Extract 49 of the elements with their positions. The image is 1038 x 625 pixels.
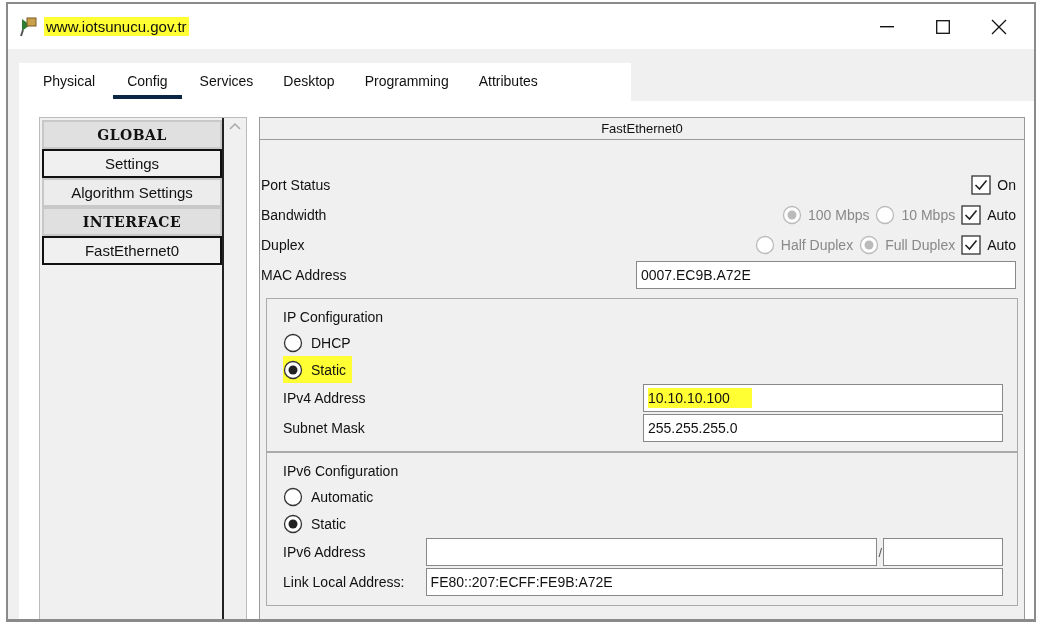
- field-label: IPv6 Address: [283, 544, 367, 560]
- panel-title: FastEthernet0: [260, 118, 1024, 140]
- checkbox-label: On: [997, 177, 1016, 193]
- sidebar-subitem[interactable]: Algorithm Settings: [42, 178, 222, 207]
- radio-label: DHCP: [311, 334, 351, 351]
- field-label: MAC Address: [261, 267, 348, 283]
- prefix-field[interactable]: [883, 538, 1003, 566]
- radio-label: 10 Mbps: [901, 207, 956, 223]
- radio-label: Half Duplex: [780, 237, 854, 253]
- prefix-separator: /: [877, 544, 884, 560]
- input-field[interactable]: 255.255.255.0: [643, 414, 1003, 442]
- field-label: Subnet Mask: [283, 420, 366, 436]
- checkbox[interactable]: [971, 175, 992, 195]
- tab[interactable]: Services: [187, 73, 266, 99]
- tab[interactable]: Desktop: [271, 73, 347, 99]
- radio-label: 100 Mbps: [808, 207, 870, 223]
- tab[interactable]: Attributes: [466, 73, 550, 99]
- checkbox-label: Auto: [987, 207, 1016, 223]
- field-label: IPv4 Address: [283, 390, 367, 406]
- radio-label: Automatic: [311, 488, 374, 505]
- field-label: Bandwidth: [261, 207, 328, 223]
- sidebar-heading: GLOBAL: [42, 120, 222, 149]
- field-label: Port Status: [261, 177, 332, 193]
- window-title: www.iotsunucu.gov.tr: [44, 17, 189, 36]
- group-title: IPv6 Configuration: [283, 463, 400, 479]
- radio-button[interactable]: [283, 359, 303, 380]
- input-field[interactable]: 10.10.10.100: [643, 384, 1003, 412]
- close-icon[interactable]: [991, 18, 1007, 35]
- checkbox-label: Auto: [987, 237, 1016, 253]
- group-title: IP Configuration: [283, 309, 385, 325]
- radio-label: Static: [311, 515, 346, 532]
- radio-button[interactable]: [283, 486, 303, 507]
- sidebar-item[interactable]: Settings: [42, 149, 222, 178]
- field-label: Duplex: [261, 237, 306, 253]
- radio-label: Static: [311, 361, 346, 378]
- sidebar-heading: INTERFACE: [42, 207, 222, 236]
- input-field[interactable]: [425, 538, 878, 566]
- field-label: Link Local Address:: [283, 574, 406, 590]
- maximize-icon[interactable]: [936, 19, 950, 34]
- tab[interactable]: Programming: [352, 73, 461, 99]
- input-field[interactable]: FE80::207:ECFF:FE9B:A72E: [425, 568, 1003, 596]
- tab[interactable]: Physical: [31, 73, 108, 99]
- mac-address-field[interactable]: 0007.EC9B.A72E: [636, 261, 1016, 289]
- minimize-icon[interactable]: [880, 25, 894, 28]
- radio-button[interactable]: [283, 513, 303, 534]
- app-icon: [18, 15, 38, 38]
- radio-button[interactable]: [283, 332, 303, 353]
- sidebar-item[interactable]: FastEthernet0: [42, 236, 222, 265]
- radio-label: Full Duplex: [885, 237, 956, 253]
